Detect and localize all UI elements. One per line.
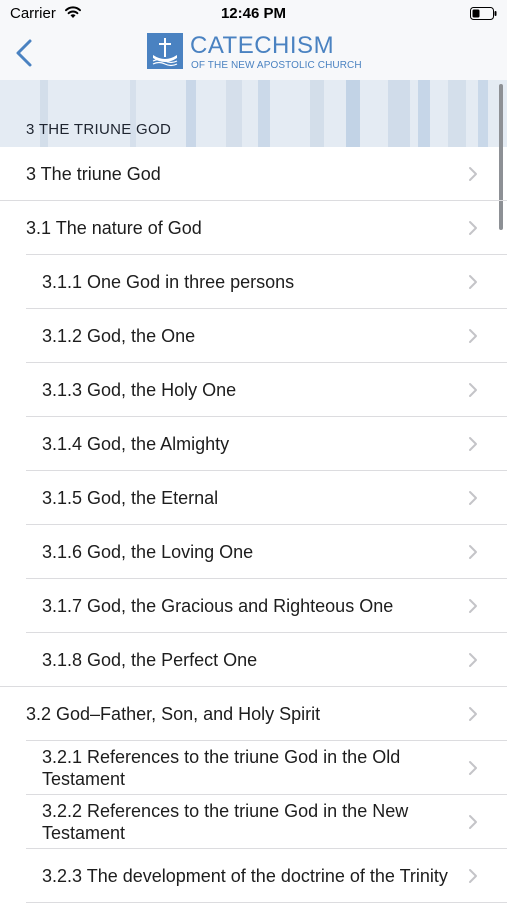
header-stripe: [258, 80, 270, 147]
list-item[interactable]: 3.1.6 God, the Loving One: [0, 525, 507, 579]
list-item[interactable]: 3.1.3 God, the Holy One: [0, 363, 507, 417]
list-item-label: 3.1.4 God, the Almighty: [42, 433, 230, 454]
status-time: 12:46 PM: [220, 5, 287, 22]
chevron-right-icon: [469, 437, 477, 451]
header-stripe: [418, 80, 430, 147]
list-item[interactable]: 3.2.1 References to the triune God in th…: [0, 741, 507, 795]
list-item[interactable]: 3.1.8 God, the Perfect One: [0, 633, 507, 687]
list-item-label: 3.1.8 God, the Perfect One: [42, 649, 258, 670]
chevron-right-icon: [469, 383, 477, 397]
section-title: 3 THE TRIUNE GOD: [26, 121, 172, 138]
header-stripe: [388, 80, 410, 147]
list-item[interactable]: 3.1.4 God, the Almighty: [0, 417, 507, 471]
chevron-right-icon: [469, 707, 477, 721]
header-stripe: [478, 80, 488, 147]
status-bar: Carrier 12:46 PM: [0, 0, 507, 28]
list-item[interactable]: 3.1.1 One God in three persons: [0, 255, 507, 309]
chevron-right-icon: [469, 815, 477, 829]
list-item-label: 3.1.2 God, the One: [42, 325, 196, 346]
list-item-label: 3.1.6 God, the Loving One: [42, 541, 254, 562]
list-item[interactable]: 3.2.3 The development of the doctrine of…: [0, 849, 507, 903]
list-item[interactable]: 3.1.5 God, the Eternal: [0, 471, 507, 525]
list-item-label: 3.2 God–Father, Son, and Holy Spirit: [26, 703, 321, 724]
chevron-right-icon: [469, 545, 477, 559]
logo-subtitle: OF THE NEW APOSTOLIC CHURCH: [191, 60, 362, 71]
list-item-label: 3 The triune God: [26, 163, 161, 184]
chevron-right-icon: [469, 329, 477, 343]
list-item-label: 3.1.5 God, the Eternal: [42, 487, 219, 508]
chevron-left-icon: [16, 39, 32, 67]
list-item-label: 3.1 The nature of God: [26, 217, 202, 238]
chevron-right-icon: [469, 221, 477, 235]
list-item[interactable]: 3.1.7 God, the Gracious and Righteous On…: [0, 579, 507, 633]
list-item-label: 3.1.3 God, the Holy One: [42, 379, 237, 400]
back-button[interactable]: [10, 36, 42, 70]
chevron-right-icon: [469, 653, 477, 667]
church-emblem-icon: [147, 33, 183, 69]
navigation-bar: CATECHISM OF THE NEW APOSTOLIC CHURCH: [0, 28, 507, 81]
chevron-right-icon: [469, 167, 477, 181]
header-stripe: [346, 80, 360, 147]
section-header: 3 THE TRIUNE GOD: [0, 80, 507, 147]
battery-icon: [470, 7, 497, 20]
list-item[interactable]: 3.2 God–Father, Son, and Holy Spirit: [0, 687, 507, 741]
catechism-logo: CATECHISM OF THE NEW APOSTOLIC CHURCH: [147, 33, 387, 73]
header-stripe: [186, 80, 196, 147]
chevron-right-icon: [469, 491, 477, 505]
list-item-label: 3.2.1 References to the triune God in th…: [42, 746, 401, 789]
list-item[interactable]: 3 The triune God: [0, 147, 507, 201]
chevron-right-icon: [469, 761, 477, 775]
header-stripe: [448, 80, 466, 147]
header-stripe: [310, 80, 324, 147]
list-item-label: 3.1.1 One God in three persons: [42, 271, 295, 292]
list-item[interactable]: 3.1.2 God, the One: [0, 309, 507, 363]
list-item[interactable]: 3.2.2 References to the triune God in th…: [0, 795, 507, 849]
list-item-label: 3.2.2 References to the triune God in th…: [42, 800, 409, 843]
chevron-right-icon: [469, 599, 477, 613]
logo-title: CATECHISM: [190, 32, 335, 59]
list-item-label: 3.1.7 God, the Gracious and Righteous On…: [42, 595, 394, 616]
chevron-right-icon: [469, 869, 477, 883]
header-stripe: [226, 80, 242, 147]
list-item[interactable]: 3.1 The nature of God: [0, 201, 507, 255]
list-item-label: 3.2.3 The development of the doctrine of…: [42, 865, 448, 886]
chevron-right-icon: [469, 275, 477, 289]
